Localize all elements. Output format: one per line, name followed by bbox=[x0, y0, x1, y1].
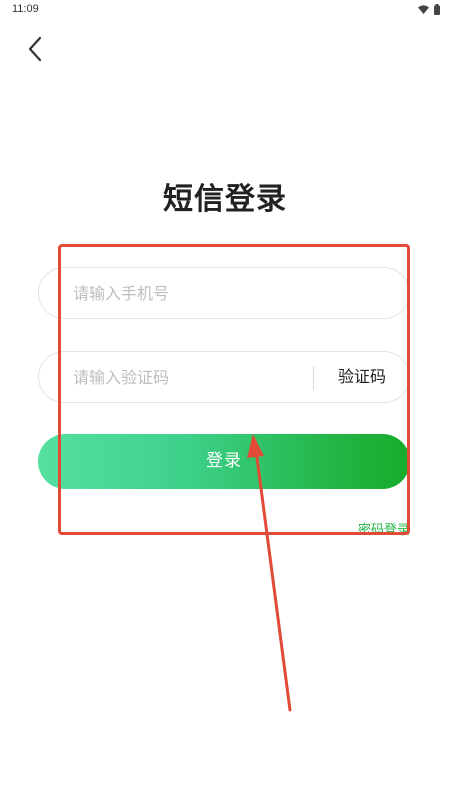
phone-input[interactable] bbox=[73, 268, 393, 318]
status-time: 11:09 bbox=[12, 3, 39, 15]
verification-code-input[interactable] bbox=[73, 352, 303, 402]
status-bar: 11:09 bbox=[0, 0, 450, 22]
code-field: 验证码 bbox=[38, 351, 410, 403]
battery-icon bbox=[434, 4, 440, 15]
login-button[interactable]: 登录 bbox=[38, 434, 410, 489]
back-button[interactable] bbox=[18, 32, 52, 66]
phone-field bbox=[38, 267, 410, 319]
chevron-left-icon bbox=[28, 36, 42, 62]
page-title: 短信登录 bbox=[163, 182, 287, 217]
get-code-button[interactable]: 验证码 bbox=[314, 352, 410, 402]
password-login-link[interactable]: 密码登录 bbox=[358, 519, 410, 538]
wifi-icon bbox=[418, 5, 429, 14]
status-icons bbox=[418, 4, 440, 15]
